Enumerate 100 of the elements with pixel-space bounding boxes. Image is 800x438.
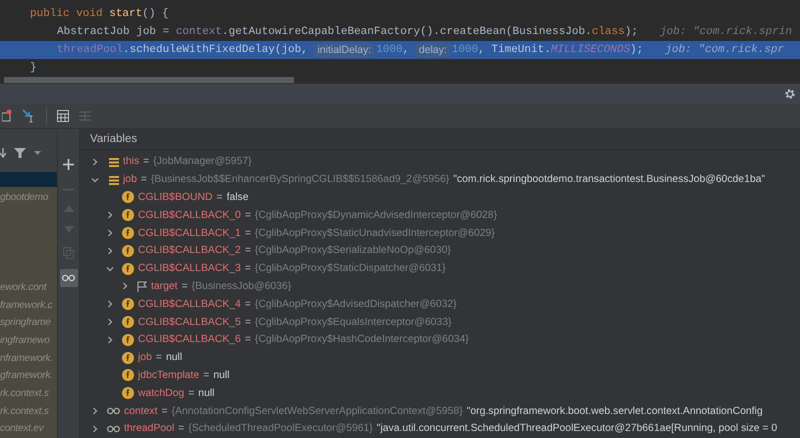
- filter-icon[interactable]: [14, 147, 26, 160]
- equals-sign: =: [143, 156, 150, 168]
- variable-name: CGLIB$BOUND: [138, 192, 212, 203]
- equals-sign: =: [182, 280, 188, 292]
- variable-value: {CglibAopProxy$EqualsInterceptor@6033}: [254, 316, 452, 328]
- variable-name: CGLIB$CALLBACK_3: [138, 263, 241, 274]
- equals-sign: =: [244, 210, 251, 221]
- panel-title: Variables: [80, 129, 800, 150]
- plus-icon[interactable]: [63, 159, 74, 170]
- glasses-icon: [62, 274, 75, 282]
- variable-name: jdbcTemplate: [138, 370, 200, 381]
- variable-name: CGLIB$CALLBACK_4: [138, 298, 241, 310]
- frame-item[interactable]: nframework.: [0, 350, 57, 368]
- equals-sign: =: [244, 228, 251, 239]
- field-icon: [122, 369, 134, 382]
- variable-value: {CglibAopProxy$HashCodeInterceptor@6034}: [254, 334, 469, 346]
- field-icon: [122, 334, 134, 346]
- watches-toggle-button[interactable]: [60, 269, 78, 287]
- equals-sign: =: [216, 192, 223, 203]
- variable-name: CGLIB$CALLBACK_2: [138, 245, 241, 256]
- down-arrow-icon[interactable]: [0, 148, 6, 158]
- variable-value: null: [213, 370, 230, 381]
- variable-value: null: [198, 388, 214, 399]
- chevron-right-icon[interactable]: [121, 282, 129, 290]
- equals-sign: =: [244, 245, 251, 256]
- field-icon: [122, 244, 134, 257]
- chevron-right-icon[interactable]: [106, 300, 114, 308]
- frame-item[interactable]: gbootdemo: [0, 189, 57, 207]
- chevron-right-icon[interactable]: [106, 246, 114, 255]
- frame-item[interactable]: framework.c: [0, 296, 57, 314]
- variable-value: {CglibAopProxy$AdvisedDispatcher@6032}: [254, 298, 457, 310]
- variable-name: this: [123, 156, 140, 168]
- scrollbar-thumb[interactable]: [4, 77, 294, 83]
- equals-sign: =: [244, 298, 251, 310]
- equals-sign: =: [244, 316, 251, 328]
- variable-value: {CglibAopProxy$SerializableNoOp@6030}: [254, 245, 451, 256]
- field-icon: [122, 298, 134, 310]
- variable-value: {CglibAopProxy$StaticDispatcher@6031}: [254, 263, 446, 274]
- chevron-right-icon[interactable]: [106, 318, 114, 326]
- variable-value: {BusinessJob$$EnhancerBySpringCGLIB$$51586ad9_2@5956}: [150, 174, 450, 186]
- list-icon: [109, 156, 119, 167]
- settings-icon[interactable]: [784, 88, 796, 100]
- chevron-right-icon[interactable]: [106, 229, 114, 238]
- equals-sign: =: [140, 174, 147, 186]
- glasses-icon: [107, 424, 120, 433]
- dropdown-caret-icon[interactable]: [34, 151, 41, 156]
- equals-sign: =: [178, 423, 184, 434]
- variable-name: job: [138, 352, 152, 364]
- equals-sign: =: [244, 334, 251, 346]
- chevron-down-icon[interactable]: [91, 176, 99, 184]
- frame-item[interactable]: springframe: [0, 314, 57, 332]
- code-line: public void start() {: [29, 7, 170, 22]
- variable-name: CGLIB$CALLBACK_5: [138, 316, 241, 328]
- variable-value: null: [166, 352, 182, 364]
- variable-value: {JobManager@5957}: [153, 156, 252, 168]
- frame-item[interactable]: context.ev: [0, 420, 57, 438]
- field-icon: [122, 209, 134, 222]
- variable-name: job: [123, 174, 137, 186]
- chevron-right-icon[interactable]: [91, 158, 99, 166]
- string-value: "java.util.concurrent.ScheduledThreadPoolExecutor@27b661ae[Running, pool size = 0: [376, 423, 778, 434]
- variable-name: CGLIB$CALLBACK_1: [138, 228, 241, 239]
- string-value: "org.springframework.boot.web.servlet.context.AnnotationConfig: [466, 406, 763, 417]
- variable-value: {BusinessJob@6036}: [192, 280, 292, 292]
- chevron-down-icon[interactable]: [106, 264, 114, 273]
- variable-name: CGLIB$CALLBACK_6: [138, 334, 241, 346]
- field-icon: [122, 191, 134, 204]
- frame-item[interactable]: rk.context.s: [0, 402, 57, 420]
- glasses-icon: [107, 407, 120, 416]
- equals-sign: =: [156, 352, 162, 364]
- list-icon: [109, 174, 119, 185]
- chevron-right-icon[interactable]: [106, 336, 114, 344]
- frame-item[interactable]: ingframewo: [0, 332, 57, 350]
- equals-sign: =: [203, 370, 210, 381]
- variable-value: {AnnotationConfigServletWebServerApplicationContext@5958}: [172, 406, 463, 417]
- variable-name: CGLIB$CALLBACK_0: [138, 210, 241, 221]
- frame-item[interactable]: gframework.: [0, 367, 57, 385]
- variable-value: {CglibAopProxy$DynamicAdvisedInterceptor@6028}: [254, 210, 498, 221]
- equals-sign: =: [244, 263, 251, 274]
- frame-item[interactable]: rk.context.s: [0, 384, 57, 403]
- field-icon: [122, 227, 134, 240]
- equals-sign: =: [188, 388, 194, 399]
- variable-value: false: [226, 192, 249, 203]
- field-icon: [122, 316, 134, 328]
- field-icon: [122, 262, 134, 275]
- chevron-right-icon[interactable]: [91, 424, 99, 433]
- frame-item[interactable]: ework.cont: [0, 278, 57, 296]
- chevron-right-icon[interactable]: [91, 407, 99, 416]
- code-line: }: [29, 61, 38, 76]
- variable-name: threadPool: [124, 423, 174, 434]
- variable-name: target: [151, 280, 178, 292]
- variable-name: context: [124, 406, 158, 417]
- chevron-right-icon[interactable]: [106, 211, 114, 220]
- variable-name: watchDog: [138, 388, 184, 399]
- field-icon: [122, 387, 134, 400]
- field-icon: [122, 352, 134, 364]
- flag-icon: [137, 280, 147, 292]
- string-value: "com.rick.springbootdemo.transactiontest.BusinessJob@60cde1ba": [453, 174, 766, 186]
- equals-sign: =: [162, 406, 168, 417]
- code-line: AbstractJob job = context.getAutowireCapableBeanFactory().createBean(BusinessJob.class); job: "com.rick.sprin: [56, 25, 793, 40]
- variable-value: {CglibAopProxy$StaticUnadvisedInterceptor@6029}: [254, 228, 495, 239]
